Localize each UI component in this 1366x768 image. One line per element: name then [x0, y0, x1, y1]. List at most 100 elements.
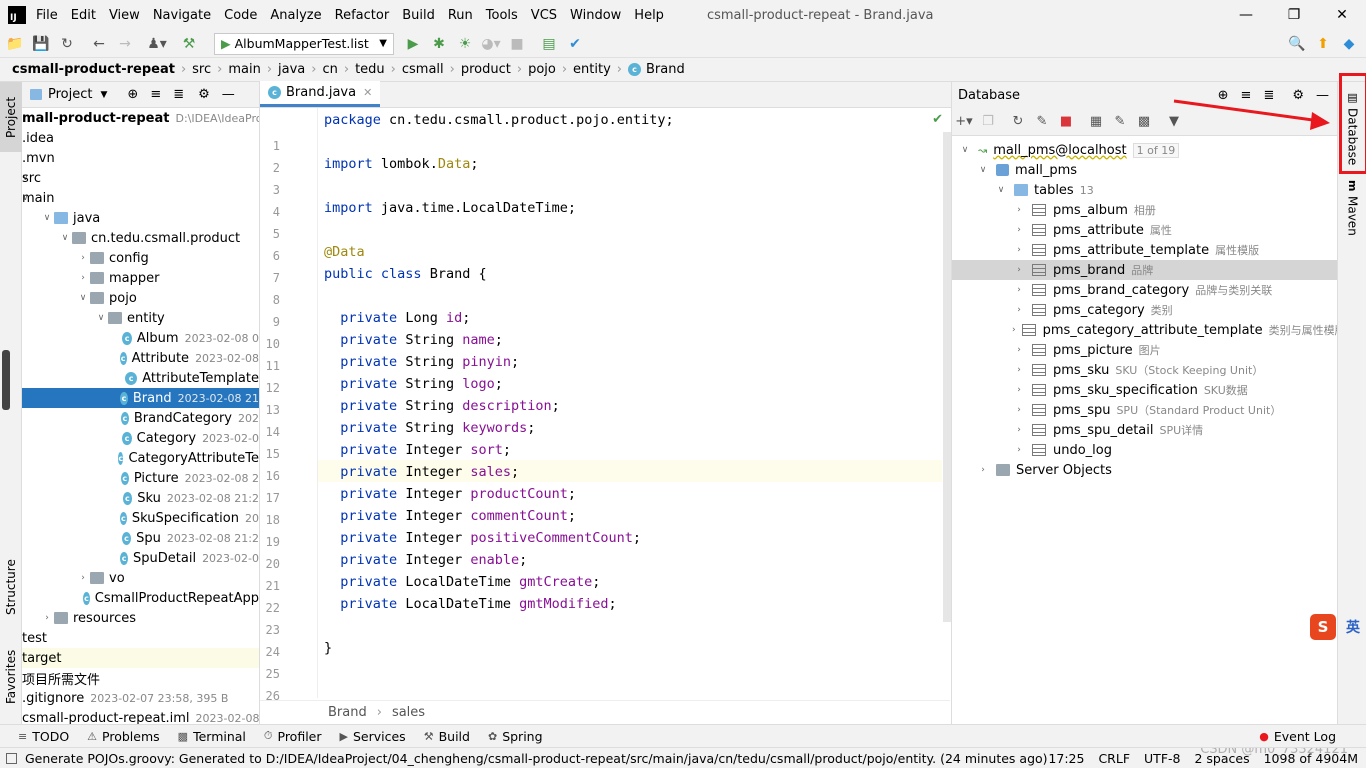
db-tree-item[interactable]: › pms_sku_specification SKU数据 — [952, 380, 1337, 400]
add-icon[interactable]: +▾ — [952, 111, 976, 133]
chevron-right-icon[interactable]: › — [1012, 325, 1016, 335]
tree-item[interactable]: c BrandCategory 202 — [22, 408, 259, 428]
search-icon[interactable]: 🔍 — [1286, 33, 1308, 55]
menu-window[interactable]: Window — [570, 8, 621, 23]
code-line[interactable]: private LocalDateTime gmtCreate; — [324, 571, 600, 593]
menu-run[interactable]: Run — [448, 8, 473, 23]
code-line[interactable]: private String description; — [324, 395, 560, 417]
chevron-down-icon[interactable]: ∨ — [958, 145, 972, 155]
tree-item[interactable]: ∨ cn.tedu.csmall.product — [22, 228, 259, 248]
forward-icon[interactable]: → — [114, 33, 136, 55]
tree-item[interactable]: › vo — [22, 568, 259, 588]
chevron-down-icon[interactable]: ∨ — [976, 165, 990, 175]
chevron-right-icon[interactable]: › — [1012, 225, 1026, 235]
hide-icon[interactable]: — — [222, 87, 235, 102]
breadcrumb-item[interactable]: product — [461, 62, 511, 77]
db-tree-item[interactable]: › pms_spu_detail SPU详情 — [952, 420, 1337, 440]
chevron-right-icon[interactable]: › — [1012, 305, 1026, 315]
tool-window-problems[interactable]: ⚠ Problems — [87, 729, 160, 744]
update-icon[interactable]: ⬆ — [1312, 33, 1334, 55]
code-line[interactable]: private Integer enable; — [324, 549, 527, 571]
chevron-right-icon[interactable]: › — [76, 273, 90, 283]
check-circle-icon[interactable]: ✔ — [564, 33, 586, 55]
profiler-chart-icon[interactable]: ▤ — [538, 33, 560, 55]
code-line[interactable]: package cn.tedu.csmall.product.pojo.enti… — [324, 109, 674, 131]
tree-item[interactable]: test — [22, 628, 259, 648]
chevron-down-icon[interactable]: ∨ — [994, 185, 1008, 195]
tree-item[interactable]: c Category 2023-02-0 — [22, 428, 259, 448]
db-tree-item[interactable]: › pms_attribute 属性 — [952, 220, 1337, 240]
chevron-down-icon[interactable]: ∨ — [58, 233, 72, 243]
code-line[interactable]: @Data — [324, 241, 365, 263]
close-tab-icon[interactable]: ✕ — [363, 86, 372, 99]
tree-item[interactable]: target — [22, 648, 259, 668]
restore-icon[interactable]: ❐ — [1270, 0, 1318, 30]
tree-item[interactable]: .gitignore 2023-02-07 23:58, 395 B — [22, 688, 259, 708]
code-line[interactable]: private Integer sales; — [324, 461, 519, 483]
breadcrumb-item[interactable]: cn — [322, 62, 337, 77]
tree-item[interactable]: c Attribute 2023-02-08 — [22, 348, 259, 368]
chevron-right-icon[interactable]: › — [1012, 365, 1026, 375]
ime-logo-icon[interactable]: S — [1310, 614, 1336, 640]
menu-edit[interactable]: Edit — [71, 8, 96, 23]
tree-item[interactable]: › resources — [22, 608, 259, 628]
tree-item[interactable]: c SpuDetail 2023-02-0 — [22, 548, 259, 568]
breadcrumb-item[interactable]: main — [228, 62, 260, 77]
tree-item[interactable]: › config — [22, 248, 259, 268]
tree-item[interactable]: c Brand 2023-02-08 21 — [22, 388, 259, 408]
back-icon[interactable]: ← — [88, 33, 110, 55]
stop-icon[interactable]: ■ — [506, 33, 528, 55]
db-tree-item[interactable]: ∨ mall_pms — [952, 160, 1337, 180]
copy-icon[interactable]: ❐ — [976, 111, 1000, 133]
code-line[interactable]: private Long id; — [324, 307, 470, 329]
build-hammer-icon[interactable]: ⚒ — [178, 33, 200, 55]
no-problems-check-icon[interactable]: ✔ — [932, 112, 943, 127]
db-tree-item[interactable]: ∨ tables 13 — [952, 180, 1337, 200]
caret-position[interactable]: 17:25 — [1048, 751, 1084, 766]
tree-item[interactable]: 项目所需文件 — [22, 668, 259, 688]
plugin-icon[interactable]: ◆ — [1338, 33, 1360, 55]
db-tree-item[interactable]: › pms_category_attribute_template 类别与属性模版关 — [952, 320, 1357, 340]
chevron-down-icon[interactable]: ∨ — [94, 313, 108, 323]
chevron-right-icon[interactable]: › — [76, 253, 90, 263]
code-line[interactable]: import java.time.LocalDateTime; — [324, 197, 576, 219]
tab-brand-java[interactable]: c Brand.java ✕ — [260, 81, 381, 107]
chevron-right-icon[interactable]: › — [1012, 425, 1026, 435]
tree-item[interactable]: c AttributeTemplate — [22, 368, 259, 388]
tree-item[interactable]: ∨ entity — [22, 308, 259, 328]
sync-icon[interactable]: ↻ — [56, 33, 78, 55]
menu-view[interactable]: View — [109, 8, 140, 23]
db-tree-item[interactable]: › pms_category 类别 — [952, 300, 1337, 320]
menu-analyze[interactable]: Analyze — [270, 8, 321, 23]
tree-item[interactable]: ∨ pojo — [22, 288, 259, 308]
code-line[interactable]: } — [324, 637, 332, 659]
chevron-right-icon[interactable]: › — [1012, 265, 1026, 275]
save-icon[interactable]: 💾 — [30, 33, 52, 55]
tree-item[interactable]: ∨ src — [22, 168, 259, 188]
breadcrumb-item[interactable]: tedu — [355, 62, 385, 77]
tree-item[interactable]: .mvn — [22, 148, 259, 168]
db-tree-item[interactable]: › pms_brand_category 品牌与类别关联 — [952, 280, 1337, 300]
db-tree-item[interactable]: › undo_log — [952, 440, 1337, 460]
breadcrumb-item[interactable]: csmall-product-repeat — [12, 62, 175, 77]
tree-item[interactable]: ∨ main — [22, 188, 259, 208]
chevron-right-icon[interactable]: › — [76, 573, 90, 583]
stop-icon[interactable]: ■ — [1054, 111, 1078, 133]
chevron-right-icon[interactable]: › — [1012, 385, 1026, 395]
tree-item[interactable]: c Sku 2023-02-08 21:2 — [22, 488, 259, 508]
db-tree-item[interactable]: › pms_album 相册 — [952, 200, 1337, 220]
db-tree-item[interactable]: › pms_spu SPU（Standard Product Unit） — [952, 400, 1337, 420]
debug-icon[interactable]: ✱ — [428, 33, 450, 55]
code-line[interactable]: private String pinyin; — [324, 351, 519, 373]
expand-all-icon[interactable]: ≡ — [150, 87, 161, 102]
code-line[interactable]: private LocalDateTime gmtModified; — [324, 593, 616, 615]
breadcrumb-item[interactable]: java — [278, 62, 305, 77]
ime-lang-indicator[interactable]: 英 — [1340, 614, 1366, 640]
open-folder-icon[interactable]: 📁 — [4, 33, 26, 55]
chevron-right-icon[interactable]: › — [1012, 345, 1026, 355]
tree-item[interactable]: c Picture 2023-02-08 2 — [22, 468, 259, 488]
tree-item[interactable]: .idea — [22, 128, 259, 148]
gear-icon[interactable]: ⚙ — [198, 87, 210, 102]
tree-item[interactable]: mall-product-repeat D:\IDEA\IdeaProject — [22, 108, 259, 128]
profile-icon[interactable]: ◕▾ — [480, 33, 502, 55]
